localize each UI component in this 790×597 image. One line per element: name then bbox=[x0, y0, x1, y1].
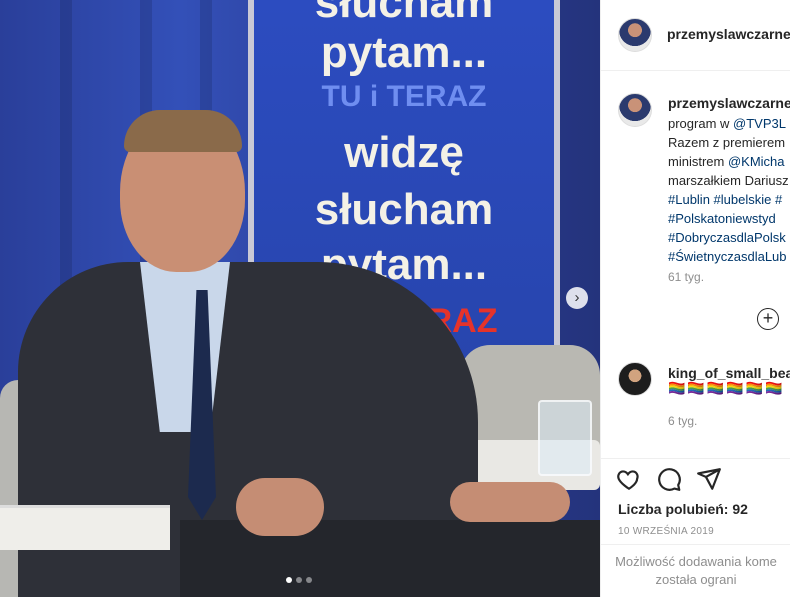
caption-line: #DobryczasdlaPolsk bbox=[668, 228, 790, 247]
carousel-dot[interactable] bbox=[296, 577, 302, 583]
caption-line-text: ministrem bbox=[668, 154, 728, 169]
notice-line: Możliwość dodawania kome bbox=[615, 554, 777, 569]
share-icon[interactable] bbox=[696, 466, 722, 492]
carousel-next-button[interactable]: › bbox=[566, 287, 588, 309]
caption-line: program w @TVP3L bbox=[668, 114, 790, 133]
caption-link[interactable]: #Polskatoniewstyd bbox=[668, 211, 776, 226]
post-photo[interactable]: słucham pytam... TU i TERAZ widzę słucham pyt… bbox=[0, 0, 600, 597]
carousel-dot[interactable] bbox=[306, 577, 312, 583]
comment-username[interactable]: king_of_small_beave bbox=[668, 365, 790, 381]
caption-line: #Lublin #lubelskie # bbox=[668, 190, 790, 209]
post-header: przemyslawczarnek bbox=[601, 0, 790, 71]
header-username[interactable]: przemyslawczarnek bbox=[667, 26, 790, 42]
caption-username[interactable]: przemyslawczarnek bbox=[668, 95, 790, 111]
caption-line: marszałkiem Dariusz bbox=[668, 171, 790, 190]
person-hand bbox=[450, 482, 570, 522]
banner-text: TU i TERAZ bbox=[321, 80, 487, 113]
caption-line-text: program w bbox=[668, 116, 734, 131]
caption-link[interactable]: #ŚwietnyczasdlaLub bbox=[668, 249, 787, 264]
avatar[interactable] bbox=[618, 18, 652, 52]
comment-avatar[interactable] bbox=[618, 362, 652, 396]
caption-link[interactable]: #Lublin #lubelskie # bbox=[668, 192, 782, 207]
chevron-right-icon: › bbox=[574, 289, 580, 306]
banner-text: słucham bbox=[314, 185, 494, 234]
caption-line-text: marszałkiem Dariusz bbox=[668, 173, 789, 188]
notice-line: została ograni bbox=[655, 572, 737, 587]
carousel-dot[interactable] bbox=[286, 577, 292, 583]
heart-icon[interactable] bbox=[616, 466, 642, 492]
carousel-dots bbox=[286, 577, 312, 583]
like-count[interactable]: Liczba polubień: 92 bbox=[618, 501, 748, 517]
banner-text: słucham bbox=[314, 0, 494, 27]
person-hand bbox=[236, 478, 324, 536]
caption-line: ministrem @KMicha bbox=[668, 152, 790, 171]
water-glass bbox=[538, 400, 592, 476]
post-date: 10 WRZEŚNIA 2019 bbox=[618, 526, 714, 537]
banner-text: pytam... bbox=[320, 28, 488, 77]
comment-icon[interactable] bbox=[656, 466, 682, 492]
person-hair bbox=[124, 110, 242, 152]
caption-line: Razem z premierem bbox=[668, 133, 790, 152]
caption-text: program w @TVP3L Razem z premierem ministr… bbox=[668, 114, 790, 266]
caption-time: 61 tyg. bbox=[668, 270, 705, 284]
post-sidebar: przemyslawczarnek przemyslawczarnek prog… bbox=[600, 0, 790, 597]
table-left bbox=[0, 505, 170, 550]
caption-line: #Polskatoniewstyd bbox=[668, 209, 790, 228]
banner-text: widzę bbox=[344, 128, 464, 177]
comment-time: 6 tyg. bbox=[668, 414, 698, 428]
comments-disabled-notice: Możliwość dodawania kome została ograni bbox=[601, 544, 790, 597]
caption-link[interactable]: @KMicha bbox=[728, 154, 785, 169]
person-pants bbox=[180, 520, 600, 597]
caption-link[interactable]: #DobryczasdlaPolsk bbox=[668, 230, 786, 245]
plus-circle-icon[interactable]: + bbox=[757, 308, 779, 330]
caption-line: #ŚwietnyczasdlaLub bbox=[668, 247, 790, 266]
comment-text: 🏳️‍🌈🏳️‍🌈🏳️‍🌈🏳️‍🌈🏳️‍🌈🏳️‍🌈 bbox=[668, 380, 785, 396]
caption-avatar[interactable] bbox=[618, 93, 652, 127]
caption-link[interactable]: @TVP3L bbox=[733, 116, 786, 131]
caption-line-text: Razem z premierem bbox=[668, 135, 786, 150]
actions-divider bbox=[601, 458, 790, 459]
